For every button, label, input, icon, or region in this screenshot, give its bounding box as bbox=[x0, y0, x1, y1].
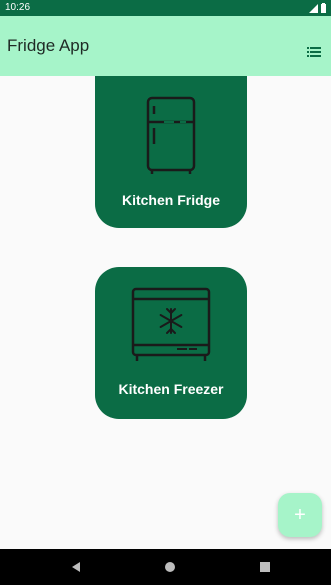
home-button[interactable] bbox=[162, 559, 178, 575]
app-title: Fridge App bbox=[7, 36, 90, 55]
status-icons bbox=[309, 3, 326, 13]
kitchen-freezer-label: Kitchen Freezer bbox=[118, 381, 224, 397]
status-bar: 10:26 bbox=[0, 0, 331, 16]
app-bar: Fridge App bbox=[0, 16, 331, 76]
back-icon bbox=[72, 562, 80, 572]
add-icon: + bbox=[294, 504, 306, 526]
kitchen-fridge-label: Kitchen Fridge bbox=[121, 192, 220, 208]
add-appliance-button[interactable]: + bbox=[278, 493, 322, 537]
list-view-button[interactable] bbox=[307, 44, 321, 57]
signal-icon bbox=[309, 3, 318, 13]
fridge-icon bbox=[95, 96, 247, 176]
recents-button[interactable] bbox=[257, 559, 273, 575]
battery-icon bbox=[321, 3, 326, 13]
freezer-icon bbox=[95, 287, 247, 363]
kitchen-freezer-card[interactable]: Kitchen Freezer bbox=[95, 267, 247, 419]
recents-icon bbox=[260, 562, 270, 572]
kitchen-fridge-card[interactable]: Kitchen Fridge bbox=[95, 76, 247, 228]
status-time: 10:26 bbox=[5, 2, 31, 13]
back-button[interactable] bbox=[68, 559, 84, 575]
navigation-bar bbox=[0, 549, 331, 585]
home-icon bbox=[165, 562, 175, 572]
list-icon bbox=[307, 47, 321, 57]
appliance-list: Kitchen Fridge Kitchen Freezer bbox=[0, 76, 331, 549]
